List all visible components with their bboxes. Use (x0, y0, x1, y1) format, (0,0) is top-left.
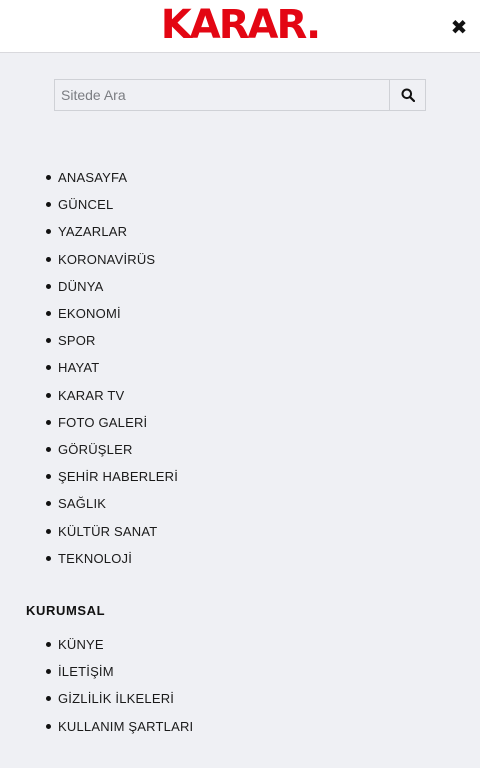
menu-link[interactable]: KÜNYE (46, 637, 104, 652)
menu-link[interactable]: GİZLİLİK İLKELERİ (46, 691, 174, 706)
menu-link[interactable]: SAĞLIK (46, 496, 106, 511)
menu-link[interactable]: GÜNCEL (46, 197, 113, 212)
menu-item-gizlilik-ilkeleri[interactable]: GİZLİLİK İLKELERİ (46, 685, 193, 712)
bullet-icon (46, 501, 51, 507)
bullet-icon (46, 311, 51, 317)
menu-item-hayat[interactable]: HAYAT (46, 354, 178, 381)
menu-item-anasayfa[interactable]: ANASAYFA (46, 164, 178, 191)
search-icon (401, 88, 415, 102)
menu-item-kunye[interactable]: KÜNYE (46, 631, 193, 658)
menu-item-label: YAZARLAR (58, 224, 128, 240)
bullet-icon (46, 338, 51, 344)
menu-link[interactable]: SPOR (46, 333, 96, 348)
bullet-icon (46, 229, 51, 235)
menu-item-label: KULLANIM ŞARTLARI (58, 718, 194, 734)
menu-item-label: GİZLİLİK İLKELERİ (58, 691, 175, 707)
menu-item-label: KÜNYE (58, 637, 104, 653)
bullet-icon (46, 392, 51, 398)
corporate-menu: KÜNYE İLETİŞİM GİZLİLİK İLKELERİ KULLANI… (46, 631, 193, 740)
menu-item-yazarlar[interactable]: YAZARLAR (46, 218, 178, 245)
menu-item-kullanim-sartlari[interactable]: KULLANIM ŞARTLARI (46, 713, 193, 740)
menu-item-kultur-sanat[interactable]: KÜLTÜR SANAT (46, 517, 178, 544)
menu-item-saglik[interactable]: SAĞLIK (46, 490, 178, 517)
menu-item-iletisim[interactable]: İLETİŞİM (46, 658, 193, 685)
menu-item-karar-tv[interactable]: KARAR TV (46, 382, 178, 409)
menu-item-label: DÜNYA (58, 278, 104, 294)
menu-link[interactable]: KARAR TV (46, 388, 124, 403)
menu-link[interactable]: ŞEHİR HABERLERİ (46, 469, 178, 484)
menu-link[interactable]: FOTO GALERİ (46, 415, 147, 430)
menu-item-label: KORONAVİRÜS (58, 251, 156, 267)
menu-item-teknoloji[interactable]: TEKNOLOJİ (46, 545, 178, 572)
bullet-icon (46, 555, 51, 561)
menu-item-spor[interactable]: SPOR (46, 327, 178, 354)
menu-item-foto-galeri[interactable]: FOTO GALERİ (46, 409, 178, 436)
menu-item-label: EKONOMİ (58, 306, 121, 322)
bullet-icon (46, 696, 51, 702)
close-icon: ✖ (450, 15, 468, 39)
header: KARAR. ✖ (0, 0, 480, 53)
menu-item-label: KÜLTÜR SANAT (58, 523, 158, 539)
bullet-icon (46, 642, 51, 648)
menu-item-koronavirus[interactable]: KORONAVİRÜS (46, 246, 178, 273)
menu-link[interactable]: İLETİŞİM (46, 664, 114, 679)
menu-link[interactable]: DÜNYA (46, 279, 104, 294)
menu-item-label: İLETİŞİM (58, 664, 114, 680)
bullet-icon (46, 419, 51, 425)
menu-item-dunya[interactable]: DÜNYA (46, 273, 178, 300)
menu-link[interactable]: KULLANIM ŞARTLARI (46, 719, 193, 734)
bullet-icon (46, 669, 51, 675)
bullet-icon (46, 446, 51, 452)
close-menu-button[interactable]: ✖ (448, 14, 470, 40)
menu-item-label: ANASAYFA (58, 170, 128, 186)
bullet-icon (46, 474, 51, 480)
menu-item-label: SAĞLIK (58, 496, 107, 512)
menu-item-label: GÖRÜŞLER (58, 441, 133, 457)
menu-link[interactable]: KÜLTÜR SANAT (46, 524, 157, 539)
menu-item-sehir-haberleri[interactable]: ŞEHİR HABERLERİ (46, 463, 178, 490)
bullet-icon (46, 365, 51, 371)
section-title-kurumsal: KURUMSAL (26, 603, 106, 618)
bullet-icon (46, 723, 51, 729)
menu-item-label: SPOR (58, 333, 96, 349)
main-menu: ANASAYFA GÜNCEL YAZARLAR KORONAVİRÜS DÜN… (46, 164, 178, 572)
menu-link[interactable]: YAZARLAR (46, 224, 127, 239)
menu-link[interactable]: ANASAYFA (46, 170, 127, 185)
menu-item-label: GÜNCEL (58, 197, 114, 213)
menu-link[interactable]: EKONOMİ (46, 306, 121, 321)
menu-item-ekonomi[interactable]: EKONOMİ (46, 300, 178, 327)
menu-item-label: HAYAT (58, 360, 100, 376)
menu-item-label: FOTO GALERİ (58, 414, 148, 430)
karar-logo[interactable]: KARAR. (0, 3, 480, 47)
menu-item-label: TEKNOLOJİ (58, 550, 133, 566)
menu-item-guncel[interactable]: GÜNCEL (46, 191, 178, 218)
search-bar (54, 79, 426, 111)
menu-item-label: ŞEHİR HABERLERİ (58, 469, 179, 485)
menu-item-gorusler[interactable]: GÖRÜŞLER (46, 436, 178, 463)
bullet-icon (46, 202, 51, 208)
menu-link[interactable]: GÖRÜŞLER (46, 442, 133, 457)
bullet-icon (46, 528, 51, 534)
menu-link[interactable]: KORONAVİRÜS (46, 252, 155, 267)
search-button[interactable] (389, 80, 425, 110)
menu-link[interactable]: HAYAT (46, 360, 99, 375)
bullet-icon (46, 175, 51, 181)
search-input[interactable] (55, 80, 389, 110)
bullet-icon (46, 256, 51, 262)
menu-item-label: KARAR TV (58, 387, 125, 403)
menu-link[interactable]: TEKNOLOJİ (46, 551, 132, 566)
bullet-icon (46, 283, 51, 289)
